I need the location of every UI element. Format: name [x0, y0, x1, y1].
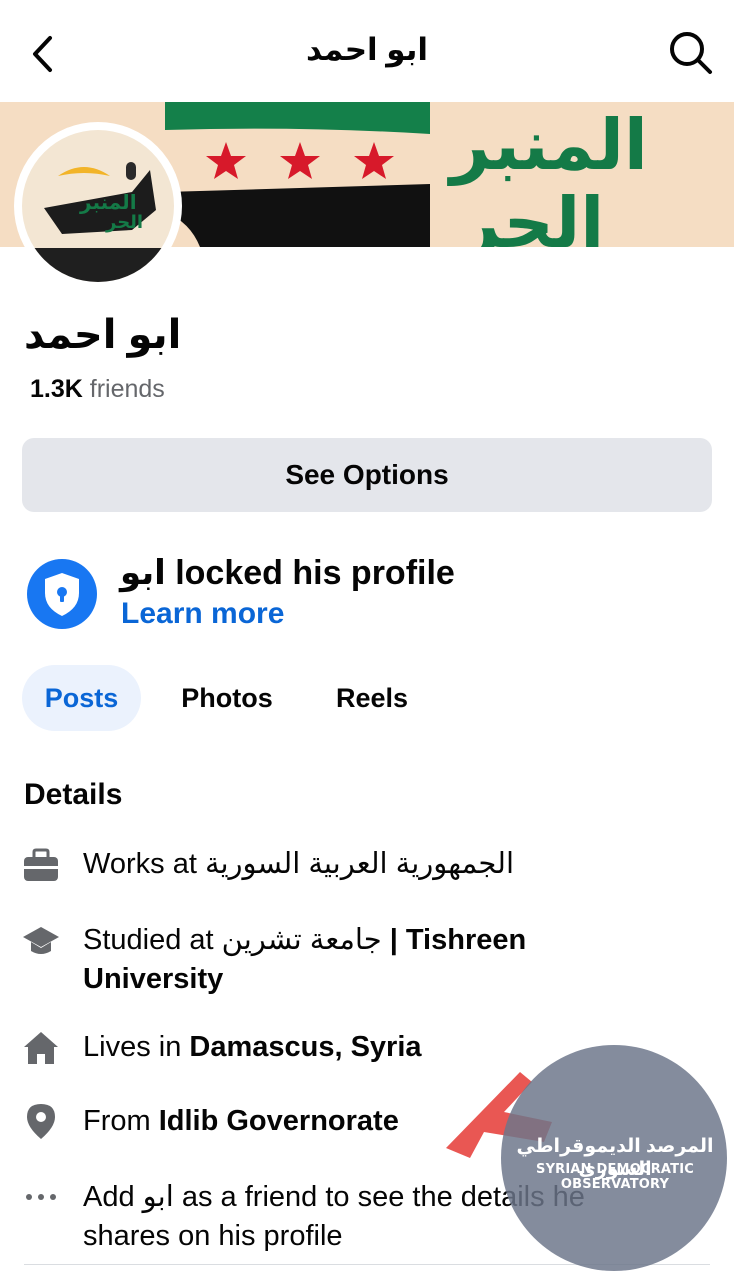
friends-count-value: 1.3K [30, 375, 83, 403]
from-value[interactable]: Idlib Governorate [159, 1105, 399, 1137]
top-bar: ابو احمد [0, 0, 734, 104]
friends-label: friends [89, 375, 165, 403]
works-prefix: Works at [83, 848, 205, 880]
studied-value-en[interactable]: | Tishreen [382, 924, 527, 956]
see-options-button[interactable]: See Options [22, 438, 712, 512]
cover-banner-text-2: الحر [460, 184, 605, 247]
profile-name: ابو احمد [24, 313, 182, 357]
shield-lock-icon [26, 558, 98, 630]
watermark-english-text: SYRIAN DEMOCRATIC OBSERVATORY [536, 1162, 694, 1192]
tab-photos[interactable]: Photos [162, 665, 292, 731]
avatar[interactable]: المنبر الحر [22, 130, 174, 282]
learn-more-link[interactable]: Learn more [121, 597, 284, 631]
lives-value[interactable]: Damascus, Syria [189, 1031, 421, 1063]
details-heading: Details [24, 778, 123, 811]
studied-prefix: Studied at [83, 924, 222, 956]
cover-banner-text-1: المنبر [450, 106, 648, 184]
tab-reels[interactable]: Reels [322, 665, 422, 731]
studied-value-en-2[interactable]: University [83, 963, 223, 995]
from-prefix: From [83, 1105, 159, 1137]
search-icon[interactable] [666, 28, 716, 78]
avatar-logo-text-2: الحر [106, 212, 144, 232]
lives-prefix: Lives in [83, 1031, 190, 1063]
detail-works: Works at الجمهورية العربية السورية [83, 845, 643, 884]
page-title: ابو احمد [306, 32, 428, 67]
location-pin-icon [22, 1102, 60, 1140]
graduation-cap-icon [22, 922, 60, 960]
briefcase-icon [22, 846, 60, 884]
locked-profile-title: ابو locked his profile [120, 554, 455, 592]
friends-count[interactable]: 1.3K friends [30, 375, 165, 404]
home-icon [22, 1029, 60, 1067]
detail-studied: Studied at جامعة تشرين | Tishreen Univers… [83, 921, 643, 999]
tab-posts[interactable]: Posts [22, 665, 141, 731]
more-dots-icon [22, 1180, 60, 1218]
studied-value-ar[interactable]: جامعة تشرين [222, 924, 382, 956]
works-value[interactable]: الجمهورية العربية السورية [205, 848, 514, 880]
